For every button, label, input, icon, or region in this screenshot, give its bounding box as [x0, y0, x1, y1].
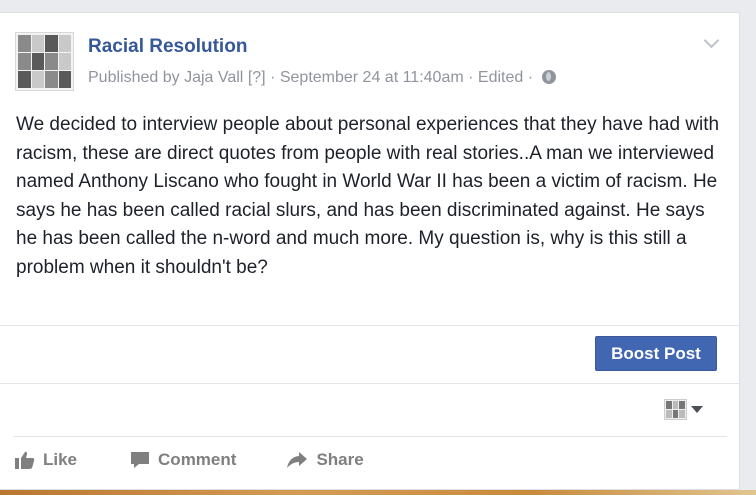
- comment-button[interactable]: Comment: [130, 450, 236, 470]
- divider: [13, 436, 727, 437]
- page-avatar[interactable]: [15, 32, 74, 91]
- published-by-prefix: Published by: [88, 69, 185, 86]
- share-arrow-icon: [287, 452, 308, 468]
- meta-separator: ·: [270, 69, 276, 86]
- background-strip: [0, 490, 756, 495]
- share-button[interactable]: Share: [286, 450, 364, 470]
- share-label: Share: [316, 450, 364, 469]
- post-card: Racial Resolution Published by Jaja Vall…: [0, 12, 740, 490]
- speech-bubble-icon: [131, 452, 150, 468]
- post-actions: Like Comment Share: [15, 450, 414, 470]
- boost-post-button[interactable]: Boost Post: [595, 336, 717, 371]
- post-meta: Published by Jaja Vall [?] · September 2…: [88, 69, 556, 87]
- actor-selector[interactable]: [664, 399, 703, 420]
- divider: [0, 383, 739, 384]
- author-link[interactable]: Jaja Vall: [184, 69, 243, 86]
- edited-link[interactable]: Edited: [478, 69, 523, 86]
- meta-separator: ·: [468, 69, 474, 86]
- divider: [0, 325, 739, 326]
- thumbs-up-icon: [15, 451, 35, 469]
- caret-down-icon: [691, 406, 703, 413]
- meta-separator: ·: [527, 69, 534, 86]
- timestamp-link[interactable]: September 24 at 11:40am: [280, 69, 464, 86]
- actor-avatar: [664, 399, 687, 420]
- page-name-link[interactable]: Racial Resolution: [88, 36, 247, 58]
- like-label: Like: [43, 450, 78, 469]
- post-body-text: We decided to interview people about per…: [16, 114, 720, 278]
- like-button[interactable]: Like: [15, 450, 77, 470]
- chevron-down-icon[interactable]: [703, 32, 720, 49]
- help-marker[interactable]: [?]: [248, 69, 266, 86]
- comment-label: Comment: [158, 450, 237, 469]
- globe-icon[interactable]: [541, 70, 556, 84]
